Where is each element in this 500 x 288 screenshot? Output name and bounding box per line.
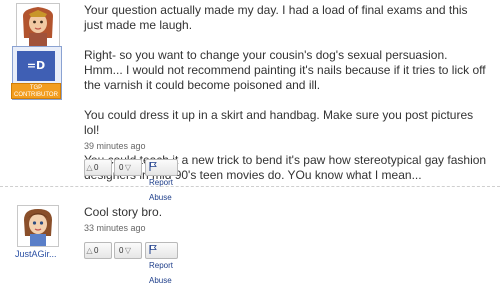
thumbs-down-icon: ▽ bbox=[124, 163, 132, 172]
answer-paragraph: Your question actually made my day. I ha… bbox=[84, 3, 468, 32]
answer-1: =D TGP CONTRIBUTOR Your question actuall… bbox=[0, 0, 500, 202]
user-2-column: JustAGir... bbox=[12, 205, 62, 259]
thumbs-up-count: 0 bbox=[94, 246, 99, 255]
answer-paragraph: Cool story bro. bbox=[84, 205, 163, 219]
answer-2: JustAGir... Cool story bro. 33 minutes a… bbox=[0, 199, 500, 285]
thumbs-up-button[interactable]: △0 bbox=[84, 242, 112, 259]
contributor-badge[interactable]: =D TGP CONTRIBUTOR bbox=[11, 46, 62, 100]
answer-timestamp: 33 minutes ago bbox=[84, 223, 146, 233]
thumbs-up-icon: △ bbox=[86, 246, 93, 255]
answer-divider bbox=[0, 186, 500, 187]
answer-paragraph: Right- so you want to change your cousin… bbox=[84, 48, 486, 92]
report-abuse-button[interactable]: Report Abuse bbox=[145, 242, 179, 285]
answer-paragraph: You could dress it up in a skirt and han… bbox=[84, 108, 474, 137]
thumbs-down-button[interactable]: 0▽ bbox=[114, 242, 142, 259]
thumbs-down-icon: ▽ bbox=[124, 246, 132, 255]
thumbs-down-count: 0 bbox=[119, 163, 124, 172]
user-1-column bbox=[12, 3, 62, 47]
avatar[interactable] bbox=[16, 3, 60, 47]
flag-icon bbox=[149, 162, 157, 171]
report-abuse-button[interactable]: Report Abuse bbox=[145, 159, 179, 202]
answer-timestamp: 39 minutes ago bbox=[84, 141, 146, 151]
badge-icon: =D bbox=[17, 51, 55, 81]
avatar-image bbox=[18, 206, 58, 246]
avatar[interactable] bbox=[17, 205, 59, 247]
thumbs-up-icon: △ bbox=[86, 163, 93, 172]
thumbs-up-count: 0 bbox=[94, 163, 99, 172]
username-link[interactable]: JustAGir... bbox=[15, 249, 57, 259]
thumbs-down-button[interactable]: 0▽ bbox=[114, 159, 142, 176]
thumbs-down-count: 0 bbox=[119, 246, 124, 255]
thumbs-up-button[interactable]: △0 bbox=[84, 159, 112, 176]
contributor-label: TGP CONTRIBUTOR bbox=[11, 83, 61, 99]
avatar-image bbox=[17, 4, 59, 46]
report-abuse-label: Report Abuse bbox=[149, 261, 174, 285]
flag-icon bbox=[149, 245, 157, 254]
